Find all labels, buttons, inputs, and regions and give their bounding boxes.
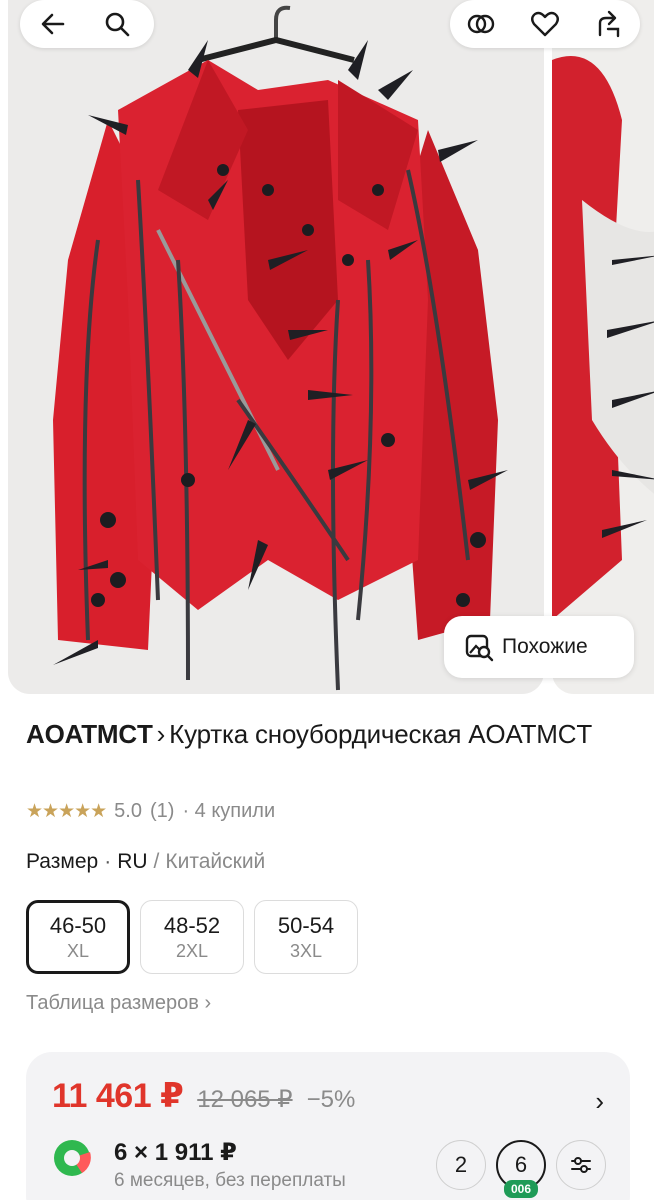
size-option-label: 3XL [289,940,323,961]
split-terms: 6 месяцев, без переплаты [114,1170,346,1191]
size-option[interactable]: 48-52 2XL [140,900,244,974]
heart-icon [531,11,559,37]
installment-option-value: 6 [514,1152,528,1177]
rating-stars-icon: ★★★★★ [26,800,107,822]
product-title: AOATMCT › Куртка сноубордическая AOATMCT [26,718,626,750]
size-system-ru[interactable]: RU [117,850,147,874]
price-current: 11 461 ₽ [52,1077,184,1115]
rating-row[interactable]: ★★★★★ 5.0 (1) · 4 купили [26,796,275,826]
size-option[interactable]: 46-50 XL [26,900,130,974]
search-icon [105,12,130,37]
favorite-button[interactable] [528,7,562,41]
size-options: 46-50 XL 48-52 2XL 50-54 3XL [26,900,358,974]
search-button[interactable] [100,7,134,41]
split-payment-icon [54,1140,91,1176]
chevron-right-icon[interactable]: › [595,1086,604,1117]
image-search-icon [465,634,494,662]
price-card[interactable]: 11 461 ₽ 12 065 ₽ −5% › 6 × 1 911 ₽ 6 ме… [26,1052,630,1200]
arrow-left-icon [41,13,65,35]
chevron-right-icon: › [156,719,166,749]
review-count: (1) [149,799,175,822]
similar-label: Похожие [502,635,588,658]
size-table-link[interactable]: Таблица размеров › [26,992,211,1015]
brand-link[interactable]: AOATMCT [26,719,153,749]
product-name: Куртка сноубордическая AOATMCT [169,719,593,749]
size-dot: · [104,850,112,873]
installment-option[interactable]: 2 [436,1140,486,1190]
top-right-toolbar [450,0,640,48]
installment-settings-button[interactable] [556,1140,606,1190]
size-label: Размер [26,850,99,873]
similar-button[interactable]: Похожие [444,616,634,678]
bought-count: · 4 купили [182,799,276,822]
price-discount: −5% [306,1086,356,1113]
image-gallery[interactable]: Похожие [0,0,654,700]
size-option-num: 48-52 [163,912,221,938]
share-button[interactable] [592,7,626,41]
price-old: 12 065 ₽ [197,1086,293,1113]
sliders-icon [571,1157,591,1173]
size-system-sep: / [153,850,160,873]
installment-option-value: 2 [454,1152,468,1177]
rating-value: 5.0 [114,799,142,822]
installment-months: 2 6 006 [436,1140,606,1198]
top-left-toolbar [20,0,154,48]
installment-option[interactable]: 6 006 [496,1140,546,1198]
split-amount: 6 × 1 911 ₽ [114,1139,237,1166]
compare-icon [467,14,495,34]
size-option-num: 46-50 [49,912,107,938]
price-row: 11 461 ₽ 12 065 ₽ −5% [52,1076,355,1116]
product-photo-next[interactable] [552,0,654,694]
size-option[interactable]: 50-54 3XL [254,900,358,974]
compare-button[interactable] [464,7,498,41]
size-option-label: 2XL [175,940,209,961]
size-option-num: 50-54 [277,912,335,938]
size-option-label: XL [66,940,90,961]
back-button[interactable] [36,7,70,41]
size-header: Размер · RU / Китайский [26,850,265,874]
size-system-cn[interactable]: Китайский [165,850,265,874]
share-icon [598,10,620,38]
installment-badge: 006 [503,1180,539,1198]
product-photo[interactable] [8,0,544,694]
